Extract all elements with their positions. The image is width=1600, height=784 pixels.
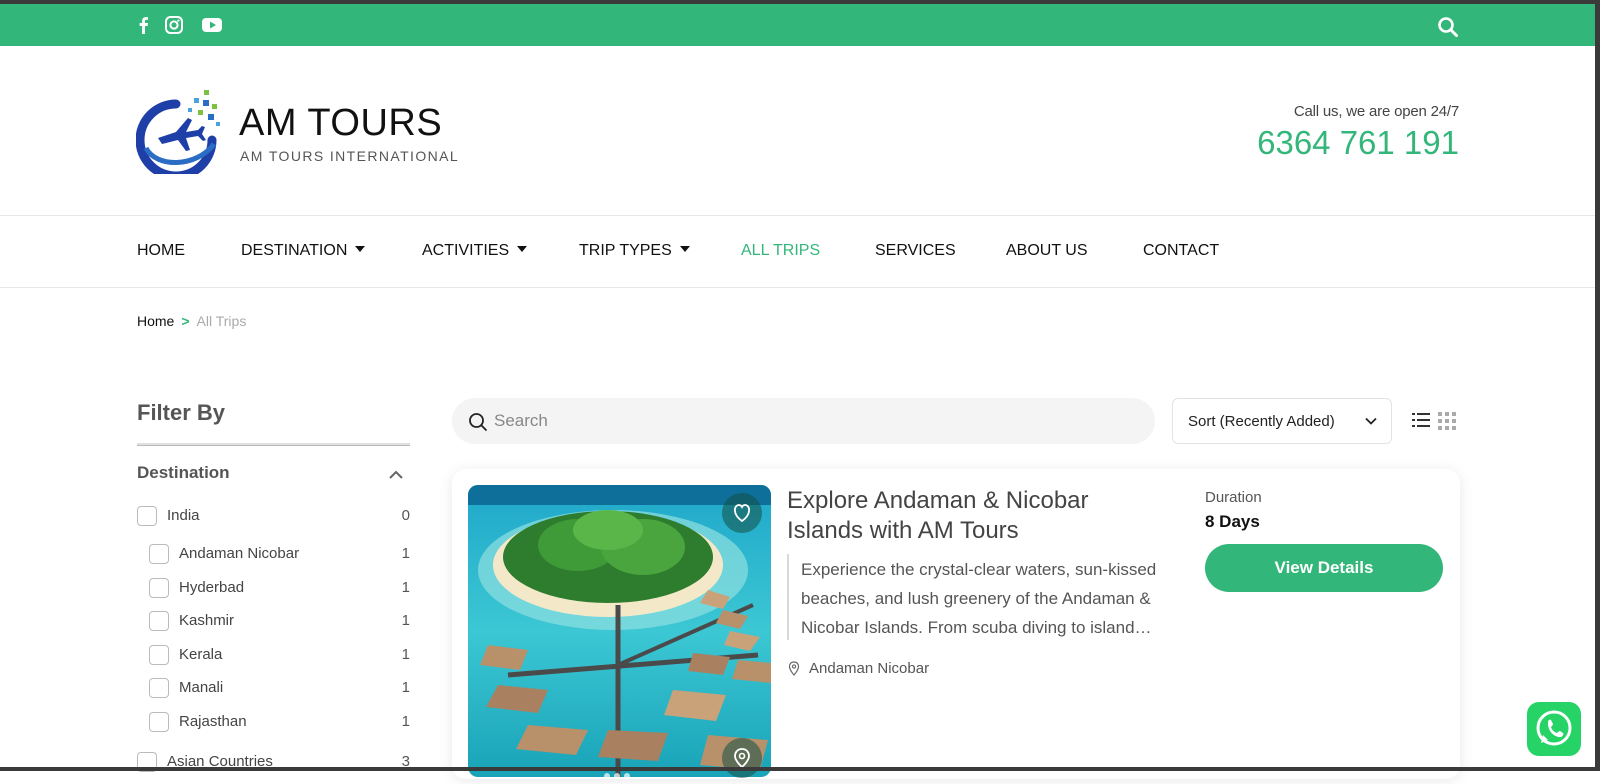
trip-search-box (452, 398, 1155, 444)
breadcrumb-current: All Trips (197, 313, 247, 329)
filter-label: Hyderbad (179, 579, 244, 596)
search-icon[interactable] (1437, 16, 1459, 38)
logo-globe-plane-icon[interactable] (136, 88, 222, 174)
phone-number[interactable]: 6364 761 191 (1257, 124, 1459, 162)
map-pin-button[interactable] (722, 738, 762, 778)
caret-down-icon (355, 246, 365, 252)
filter-count: 1 (402, 679, 410, 696)
filter-count: 0 (402, 507, 410, 524)
top-bar (0, 4, 1595, 46)
nav-all-trips-label: ALL TRIPS (741, 242, 820, 259)
nav-activities-label: ACTIVITIES (422, 242, 509, 259)
filter-label: Kerala (179, 646, 222, 663)
nav-all-trips[interactable]: ALL TRIPS (741, 242, 820, 260)
nav-destination-label: DESTINATION (241, 242, 347, 259)
facebook-icon[interactable] (133, 15, 155, 35)
trip-location: Andaman Nicobar (809, 660, 929, 677)
caret-down-icon (680, 246, 690, 252)
description-accent-bar (787, 554, 789, 640)
filter-count: 1 (402, 713, 410, 730)
location-pin-icon (788, 661, 800, 676)
destination-filter-heading[interactable]: Destination (137, 463, 230, 483)
filter-label: Manali (179, 679, 223, 696)
list-view-icon[interactable] (1412, 412, 1430, 428)
filter-label: Rajasthan (179, 713, 247, 730)
window-frame-bottom (0, 767, 1600, 771)
search-icon (468, 412, 488, 432)
filter-count: 1 (402, 612, 410, 629)
main-nav: HOME DESTINATION ACTIVITIES TRIP TYPES A… (0, 216, 1595, 288)
filter-title: Filter By (137, 400, 225, 426)
heart-icon (722, 493, 762, 533)
filter-divider (137, 443, 410, 446)
nav-contact-label: CONTACT (1143, 242, 1219, 259)
trip-search-input[interactable] (494, 408, 1094, 434)
filter-item-hyderbad[interactable]: Hyderbad 1 (137, 576, 410, 600)
filter-item-manali[interactable]: Manali 1 (137, 676, 410, 700)
nav-home-label: HOME (137, 242, 185, 259)
whatsapp-icon (1527, 702, 1581, 756)
site-header: AM TOURS AM TOURS INTERNATIONAL Call us,… (0, 46, 1595, 216)
filter-count: 1 (402, 545, 410, 562)
nav-destination[interactable]: DESTINATION (241, 242, 365, 260)
nav-services[interactable]: SERVICES (875, 242, 956, 260)
duration-value: 8 Days (1205, 512, 1260, 532)
filter-item-kashmir[interactable]: Kashmir 1 (137, 609, 410, 633)
duration-label: Duration (1205, 489, 1262, 506)
brand-tagline: AM TOURS INTERNATIONAL (240, 148, 459, 164)
nav-about-us-label: ABOUT US (1006, 242, 1088, 259)
map-pin-icon (722, 738, 762, 778)
filter-item-kerala[interactable]: Kerala 1 (137, 643, 410, 667)
caret-down-icon (517, 246, 527, 252)
breadcrumb: Home > All Trips (137, 313, 246, 329)
nav-activities[interactable]: ACTIVITIES (422, 242, 527, 260)
checkbox[interactable] (149, 645, 169, 665)
filter-label: Andaman Nicobar (179, 545, 299, 562)
filter-item-india[interactable]: India 0 (137, 504, 410, 528)
nav-home[interactable]: HOME (137, 242, 185, 260)
checkbox[interactable] (149, 678, 169, 698)
filter-label: India (167, 507, 200, 524)
whatsapp-button[interactable] (1527, 702, 1581, 756)
breadcrumb-separator-icon: > (181, 313, 189, 329)
call-label: Call us, we are open 24/7 (1294, 103, 1459, 120)
filter-item-rajasthan[interactable]: Rajasthan 1 (137, 710, 410, 734)
nav-services-label: SERVICES (875, 242, 956, 259)
sort-dropdown[interactable]: Sort (Recently Added) (1172, 398, 1392, 444)
trip-description: Experience the crystal-clear waters, sun… (801, 555, 1161, 642)
chevron-up-icon[interactable] (389, 470, 403, 480)
checkbox[interactable] (149, 611, 169, 631)
filter-count: 1 (402, 646, 410, 663)
instagram-icon[interactable] (163, 15, 185, 35)
checkbox[interactable] (137, 506, 157, 526)
filter-label: Kashmir (179, 612, 234, 629)
youtube-icon[interactable] (201, 15, 223, 35)
nav-trip-types[interactable]: TRIP TYPES (579, 242, 690, 260)
window-frame-right (1595, 0, 1600, 771)
trip-title[interactable]: Explore Andaman & Nicobar Islands with A… (787, 486, 1167, 546)
checkbox[interactable] (149, 712, 169, 732)
chevron-down-icon (1365, 417, 1377, 425)
filter-count: 1 (402, 579, 410, 596)
filter-item-andaman-nicobar[interactable]: Andaman Nicobar 1 (137, 542, 410, 566)
checkbox[interactable] (149, 544, 169, 564)
nav-about-us[interactable]: ABOUT US (1006, 242, 1088, 260)
sort-label: Sort (Recently Added) (1188, 413, 1335, 430)
breadcrumb-home[interactable]: Home (137, 313, 174, 329)
favorite-button[interactable] (722, 493, 762, 533)
view-details-button[interactable]: View Details (1205, 544, 1443, 592)
nav-contact[interactable]: CONTACT (1143, 242, 1219, 260)
grid-view-icon[interactable] (1438, 412, 1456, 430)
brand-name[interactable]: AM TOURS (239, 102, 442, 145)
checkbox[interactable] (149, 578, 169, 598)
nav-trip-types-label: TRIP TYPES (579, 242, 672, 259)
